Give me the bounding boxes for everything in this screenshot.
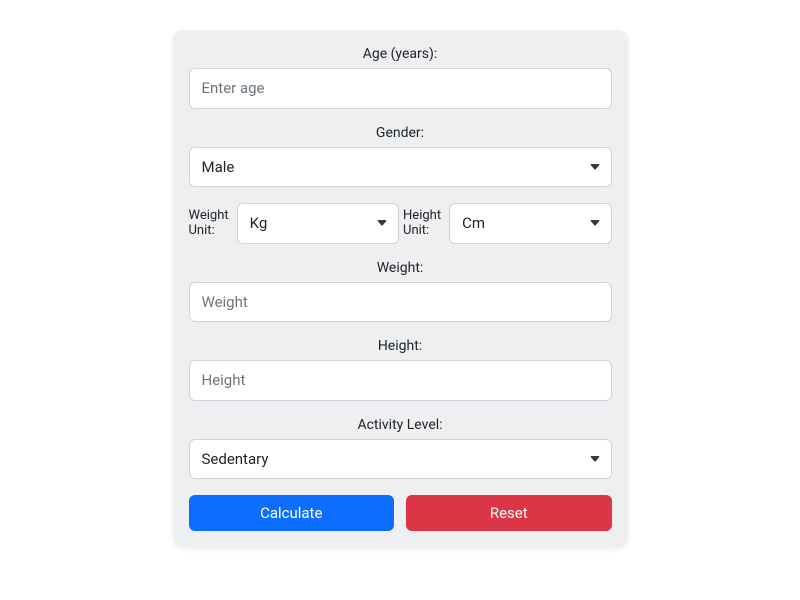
weight-group: Weight:	[189, 260, 612, 323]
age-input[interactable]	[189, 68, 612, 109]
age-group: Age (years):	[189, 46, 612, 109]
unit-row: WeightUnit: Kg Lbs HeightUnit: Cm In	[189, 203, 612, 244]
height-label: Height:	[189, 338, 612, 354]
height-group: Height:	[189, 338, 612, 401]
weight-unit-label-col: WeightUnit:	[189, 208, 233, 239]
activity-group: Activity Level: Sedentary	[189, 417, 612, 480]
gender-select[interactable]: Male Female	[189, 147, 612, 188]
calculator-card: Age (years): Gender: Male Female WeightU…	[173, 30, 628, 547]
weight-unit-label: WeightUnit:	[189, 208, 229, 239]
gender-group: Gender: Male Female	[189, 125, 612, 188]
weight-unit-select-col: Kg Lbs	[237, 203, 399, 244]
height-unit-select[interactable]: Cm In	[449, 203, 611, 244]
activity-select[interactable]: Sedentary	[189, 439, 612, 480]
age-label: Age (years):	[189, 46, 612, 62]
height-input[interactable]	[189, 360, 612, 401]
height-unit-select-col: Cm In	[449, 203, 611, 244]
weight-label: Weight:	[189, 260, 612, 276]
height-unit-label-col: HeightUnit:	[403, 208, 445, 239]
gender-label: Gender:	[189, 125, 612, 141]
reset-button[interactable]: Reset	[406, 495, 612, 531]
weight-input[interactable]	[189, 282, 612, 323]
button-row: Calculate Reset	[189, 495, 612, 531]
calculate-button[interactable]: Calculate	[189, 495, 395, 531]
weight-unit-select[interactable]: Kg Lbs	[237, 203, 399, 244]
activity-label: Activity Level:	[189, 417, 612, 433]
height-unit-label: HeightUnit:	[403, 208, 441, 239]
